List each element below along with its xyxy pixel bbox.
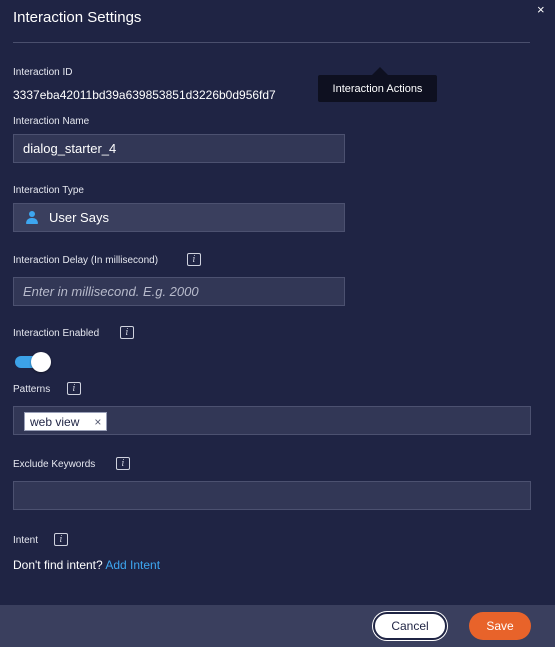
pattern-chip-label: web view <box>30 414 80 429</box>
chip-remove-icon[interactable]: × <box>94 415 101 429</box>
interaction-name-label: Interaction Name <box>13 116 90 127</box>
exclude-keywords-input[interactable] <box>13 481 531 510</box>
interaction-delay-info-icon[interactable]: i <box>187 253 201 266</box>
cancel-button[interactable]: Cancel <box>373 612 447 640</box>
interaction-type-value: User Says <box>49 210 109 225</box>
interaction-delay-input[interactable]: Enter in millisecond. E.g. 2000 <box>13 277 345 306</box>
add-intent-link[interactable]: Add Intent <box>105 558 160 572</box>
interaction-enabled-info-icon[interactable]: i <box>120 326 134 339</box>
patterns-label: Patterns <box>13 384 51 395</box>
intent-prompt: Don't find intent? Add Intent <box>13 558 160 572</box>
interaction-actions-tooltip: Interaction Actions <box>318 75 437 102</box>
toggle-knob <box>31 352 51 372</box>
exclude-keywords-label: Exclude Keywords <box>13 459 96 470</box>
intent-info-icon[interactable]: i <box>54 533 68 546</box>
interaction-name-input[interactable]: dialog_starter_4 <box>13 134 345 163</box>
user-icon <box>25 210 39 225</box>
dialog-title: Interaction Settings <box>13 9 142 26</box>
interaction-enabled-toggle[interactable] <box>15 352 51 372</box>
tooltip-arrow <box>372 67 388 75</box>
intent-prompt-text: Don't find intent? <box>13 558 103 572</box>
title-divider <box>13 42 530 43</box>
interaction-enabled-label: Interaction Enabled <box>13 328 100 339</box>
pattern-chip: web view × <box>24 412 108 431</box>
interaction-id-label: Interaction ID <box>13 67 73 78</box>
close-icon[interactable]: × <box>537 3 545 17</box>
patterns-info-icon[interactable]: i <box>67 382 81 395</box>
interaction-type-label: Interaction Type <box>13 185 84 196</box>
intent-label: Intent <box>13 535 39 546</box>
save-button[interactable]: Save <box>469 612 531 640</box>
interaction-settings-dialog: Interaction Settings × Interaction Actio… <box>0 0 555 647</box>
exclude-keywords-info-icon[interactable]: i <box>116 457 130 470</box>
interaction-type-field: User Says <box>13 203 345 232</box>
interaction-delay-label: Interaction Delay (In millisecond) <box>13 255 159 266</box>
interaction-id-value: 3337eba42011bd39a639853851d3226b0d956fd7 <box>13 88 276 102</box>
